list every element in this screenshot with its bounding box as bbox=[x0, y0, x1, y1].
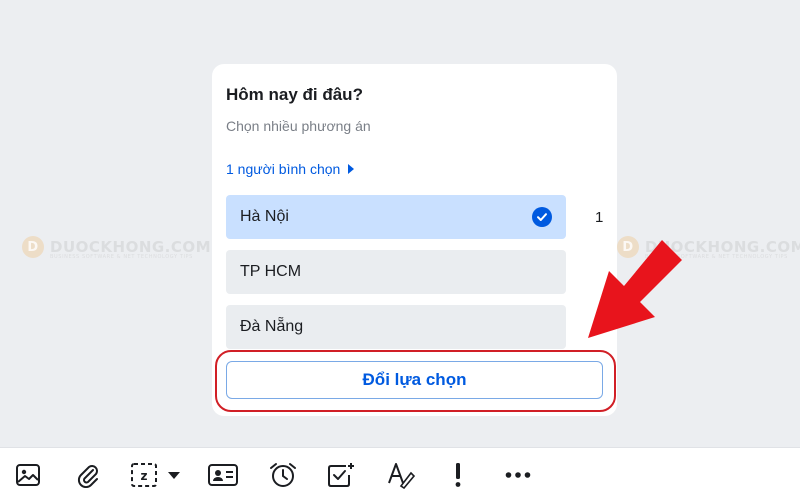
voters-link[interactable]: 1 người bình chọn bbox=[226, 161, 355, 177]
watermark-tagline: BUSINESS SOFTWARE & NET TECHNOLOGY TIPS bbox=[50, 254, 193, 260]
watermark: D DUOCKHONG.COM BUSINESS SOFTWARE & NET … bbox=[22, 236, 212, 260]
poll-option-da-nang[interactable]: Đà Nẵng bbox=[226, 305, 566, 349]
paperclip-icon[interactable] bbox=[74, 461, 102, 489]
screenshot-icon[interactable]: z bbox=[130, 461, 184, 489]
poll-option-vote-count: 1 bbox=[595, 209, 604, 226]
caret-right-icon bbox=[348, 164, 355, 174]
highlight-ring bbox=[215, 350, 616, 412]
exclamation-icon[interactable] bbox=[450, 461, 466, 489]
svg-text:z: z bbox=[141, 469, 148, 483]
poll-option-label: Hà Nội bbox=[240, 208, 289, 225]
watermark-badge: D bbox=[22, 236, 44, 258]
alarm-clock-icon[interactable] bbox=[268, 461, 298, 489]
more-icon[interactable] bbox=[504, 461, 532, 489]
image-icon[interactable] bbox=[14, 461, 42, 489]
poll-title: Hôm nay đi đâu? bbox=[226, 85, 363, 104]
poll-option-label: Đà Nẵng bbox=[240, 318, 304, 335]
check-circle-icon bbox=[532, 207, 552, 227]
poll-option-label: TP HCM bbox=[240, 263, 302, 280]
voters-link-label: 1 người bình chọn bbox=[226, 161, 341, 177]
checkbox-task-icon[interactable] bbox=[326, 461, 356, 489]
poll-option-ha-noi[interactable]: Hà Nội bbox=[226, 195, 566, 239]
red-arrow-icon bbox=[588, 240, 682, 338]
poll-option-tp-hcm[interactable]: TP HCM bbox=[226, 250, 566, 294]
poll-subtitle: Chọn nhiều phương án bbox=[226, 118, 371, 134]
contact-card-icon[interactable] bbox=[207, 461, 239, 489]
composer-toolbar: z bbox=[0, 447, 800, 500]
watermark-text: DUOCKHONG.COM bbox=[50, 238, 212, 256]
text-format-icon[interactable] bbox=[386, 461, 416, 489]
